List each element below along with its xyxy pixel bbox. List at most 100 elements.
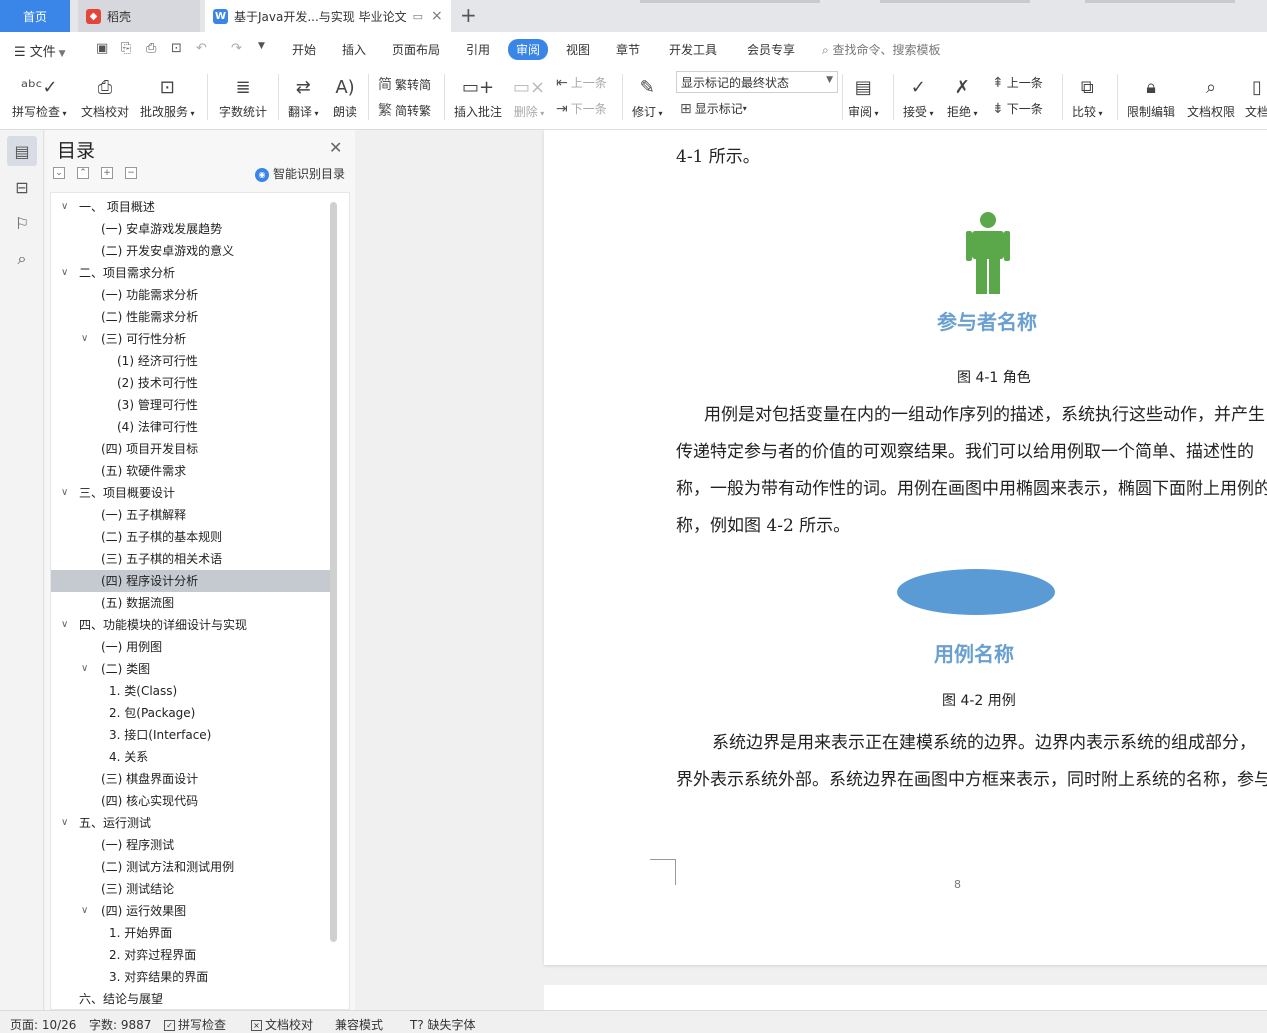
restrict-edit-button[interactable]: 🔒︎ 限制编辑: [1127, 72, 1175, 124]
markup-state-select[interactable]: 显示标记的最终状态 ▼: [676, 71, 838, 93]
export-icon[interactable]: ⎘: [121, 41, 131, 56]
next-page[interactable]: [544, 985, 1267, 1010]
document-page[interactable]: 4-1 所示。 参与者名称 图 4-1 角色 用例是对包括变量在内的一组动作序列…: [544, 130, 1267, 965]
add-heading-icon[interactable]: +: [101, 167, 113, 179]
smart-toc-button[interactable]: ◉ 智能识别目录: [255, 165, 345, 182]
menu-chapter[interactable]: 章节: [616, 41, 640, 58]
save-icon[interactable]: ▣: [96, 41, 108, 56]
status-spell-check[interactable]: ✓ 拼写检查: [164, 1016, 226, 1033]
chevron-down-icon[interactable]: ∨: [81, 900, 88, 922]
menu-member[interactable]: 会员专享: [747, 41, 795, 58]
trad-to-simp-button[interactable]: 简繁转简: [378, 74, 431, 94]
toc-item[interactable]: 4. 关系: [51, 746, 331, 768]
command-search[interactable]: ⌕ 查找命令、搜索模板: [822, 41, 941, 58]
toc-item[interactable]: 1. 类(Class): [51, 680, 331, 702]
add-tab-icon[interactable]: +: [460, 3, 477, 27]
annot-service-button[interactable]: ⊡ 批改服务 ▾: [140, 72, 195, 124]
toc-item[interactable]: (2) 技术可行性: [51, 372, 331, 394]
toc-item[interactable]: (一) 功能需求分析: [51, 284, 331, 306]
tab-document[interactable]: W 基于Java开发...与实现 毕业论文 ▭ ×: [205, 0, 451, 32]
word-count-button[interactable]: ≣ 字数统计: [219, 72, 267, 124]
toc-item[interactable]: (一) 安卓游戏发展趋势: [51, 218, 331, 240]
prev-change-button[interactable]: ⇞ 上一条: [992, 74, 1043, 91]
missing-font[interactable]: T? 缺失字体: [410, 1016, 476, 1033]
toc-scrollbar[interactable]: [330, 202, 337, 942]
toc-item[interactable]: 3. 对弈结果的界面: [51, 966, 331, 988]
word-count-indicator[interactable]: 字数: 9887: [89, 1016, 151, 1033]
toc-item[interactable]: ∨ 一、 项目概述: [51, 196, 331, 218]
toc-item[interactable]: (1) 经济可行性: [51, 350, 331, 372]
toc-item[interactable]: (一) 五子棋解释: [51, 504, 331, 526]
review-pane-button[interactable]: ▤ 审阅 ▾: [848, 72, 879, 124]
toc-item[interactable]: ∨ (二) 类图: [51, 658, 331, 680]
chevron-down-icon[interactable]: ▼: [258, 41, 265, 51]
chevron-down-icon[interactable]: ∨: [61, 812, 68, 834]
expand-all-icon[interactable]: ⌄: [53, 167, 65, 179]
menu-view[interactable]: 视图: [566, 41, 590, 58]
menu-insert[interactable]: 插入: [342, 41, 366, 58]
print-preview-icon[interactable]: ⊡: [171, 41, 182, 56]
toc-item[interactable]: (4) 法律可行性: [51, 416, 331, 438]
show-markup-button[interactable]: ⊞ 显示标记 ▾: [680, 100, 747, 117]
toc-item[interactable]: (五) 软硬件需求: [51, 460, 331, 482]
chevron-down-icon[interactable]: ∨: [61, 614, 68, 636]
menu-layout[interactable]: 页面布局: [392, 41, 440, 58]
simp-to-trad-button[interactable]: 繁简转繁: [378, 100, 431, 120]
reject-button[interactable]: ✗ 拒绝 ▾: [947, 72, 978, 124]
chevron-down-icon[interactable]: ∨: [61, 196, 68, 218]
file-menu[interactable]: ☰ 文件 ▼: [14, 41, 66, 60]
toc-item[interactable]: (二) 测试方法和测试用例: [51, 856, 331, 878]
toc-item[interactable]: ∨ 三、项目概要设计: [51, 482, 331, 504]
redo-icon[interactable]: ↷: [231, 41, 242, 56]
spell-check-button[interactable]: ᵃᵇᶜ✓ 拼写检查 ▾: [12, 72, 67, 124]
toc-item[interactable]: (五) 数据流图: [51, 592, 331, 614]
toc-item[interactable]: 1. 开始界面: [51, 922, 331, 944]
toc-item[interactable]: 2. 对弈过程界面: [51, 944, 331, 966]
chapter-nav-icon[interactable]: ⊟: [7, 172, 37, 202]
toc-item[interactable]: (三) 五子棋的相关术语: [51, 548, 331, 570]
toc-item[interactable]: (二) 开发安卓游戏的意义: [51, 240, 331, 262]
bookmark-icon[interactable]: ⚐: [7, 208, 37, 238]
menu-references[interactable]: 引用: [466, 41, 490, 58]
collapse-all-icon[interactable]: ⌃: [77, 167, 89, 179]
menu-review[interactable]: 审阅: [508, 39, 549, 60]
toc-item[interactable]: ∨ 四、功能模块的详细设计与实现: [51, 614, 331, 636]
close-icon[interactable]: ×: [431, 8, 443, 24]
toc-item[interactable]: (四) 核心实现代码: [51, 790, 331, 812]
close-icon[interactable]: ✕: [329, 138, 342, 157]
toc-item[interactable]: (四) 项目开发目标: [51, 438, 331, 460]
page-indicator[interactable]: 页面: 10/26: [10, 1016, 76, 1033]
insert-comment-button[interactable]: ▭+ 插入批注: [454, 72, 502, 124]
chevron-down-icon[interactable]: ∨: [81, 328, 88, 350]
toc-item[interactable]: ∨ 二、项目需求分析: [51, 262, 331, 284]
compat-mode[interactable]: 兼容模式: [335, 1016, 383, 1033]
compare-button[interactable]: ⧉ 比较 ▾: [1072, 72, 1103, 124]
prev-comment-button[interactable]: ⇤ 上一条: [556, 74, 607, 91]
doc-proof-button[interactable]: ⎙ 文档校对: [81, 72, 129, 124]
toc-item[interactable]: 六、结论与展望: [51, 988, 331, 1009]
translate-button[interactable]: ⇄ 翻译 ▾: [288, 72, 319, 124]
revise-button[interactable]: ✎ 修订 ▾: [632, 72, 663, 124]
toc-item[interactable]: ∨ 五、运行测试: [51, 812, 331, 834]
toc-item[interactable]: (二) 性能需求分析: [51, 306, 331, 328]
toc-item[interactable]: (一) 用例图: [51, 636, 331, 658]
menu-start[interactable]: 开始: [292, 41, 316, 58]
read-aloud-button[interactable]: A) 朗读: [333, 72, 357, 124]
toc-item[interactable]: (3) 管理可行性: [51, 394, 331, 416]
delete-comment-button[interactable]: ▭× 删除 ▾: [513, 72, 545, 124]
tab-home[interactable]: 首页: [0, 0, 70, 32]
monitor-icon[interactable]: ▭: [413, 10, 423, 23]
toc-item[interactable]: 3. 接口(Interface): [51, 724, 331, 746]
toc-item[interactable]: (二) 五子棋的基本规则: [51, 526, 331, 548]
chevron-down-icon[interactable]: ∨: [61, 262, 68, 284]
remove-heading-icon[interactable]: −: [125, 167, 137, 179]
undo-icon[interactable]: ↶: [196, 41, 207, 56]
toc-item[interactable]: (三) 测试结论: [51, 878, 331, 900]
chevron-down-icon[interactable]: ∨: [81, 658, 88, 680]
tab-daoke[interactable]: ◆ 稻壳: [78, 0, 200, 32]
toc-item[interactable]: 2. 包(Package): [51, 702, 331, 724]
chevron-down-icon[interactable]: ∨: [61, 482, 68, 504]
menu-developer[interactable]: 开发工具: [669, 41, 717, 58]
toc-item[interactable]: (三) 棋盘界面设计: [51, 768, 331, 790]
accept-button[interactable]: ✓ 接受 ▾: [903, 72, 934, 124]
